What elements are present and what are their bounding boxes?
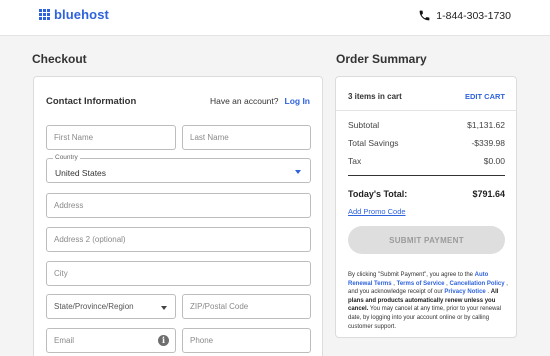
savings-row: Total Savings -$339.98 (348, 138, 505, 148)
savings-amount: -$339.98 (471, 138, 505, 148)
privacy-notice-link[interactable]: Privacy Notice (444, 289, 485, 295)
total-row: Today's Total: $791.64 (348, 189, 505, 199)
country-select[interactable]: Country United States (46, 154, 311, 183)
terms-text-1: By clicking "Submit Payment", you agree … (348, 272, 475, 278)
address-field[interactable]: Address (46, 193, 311, 218)
logo-text: bluehost (54, 7, 109, 22)
phone-number: 1-844-303-1730 (436, 9, 511, 22)
contact-information-card: Contact Information Have an account? Log … (33, 76, 323, 356)
country-value: United States (55, 168, 107, 178)
cancellation-policy-link[interactable]: Cancellation Policy (450, 281, 505, 287)
city-field[interactable]: City (46, 261, 311, 286)
email-field[interactable]: Email i (46, 328, 176, 353)
total-label: Today's Total: (348, 189, 408, 199)
checkout-title: Checkout (32, 52, 87, 66)
top-bar: bluehost 1-844-303-1730 (0, 0, 550, 36)
items-in-cart: 3 items in cart (348, 92, 402, 101)
phone-field[interactable]: Phone (182, 328, 311, 353)
last-name-field[interactable]: Last Name (182, 125, 311, 150)
account-prompt-text: Have an account? (209, 96, 279, 106)
first-name-field[interactable]: First Name (46, 125, 176, 150)
subtotal-label: Subtotal (348, 120, 380, 130)
chevron-down-icon (161, 306, 167, 310)
tax-amount: $0.00 (483, 156, 505, 166)
subtotal-amount: $1,131.62 (467, 120, 505, 130)
zip-field[interactable]: ZIP/Postal Code (182, 294, 311, 319)
login-link[interactable]: Log In (285, 96, 311, 106)
account-prompt: Have an account? Log In (210, 96, 310, 106)
country-label: Country (53, 154, 80, 161)
divider (336, 110, 517, 111)
terms-of-service-link[interactable]: Terms of Service (397, 281, 445, 287)
savings-label: Total Savings (348, 138, 399, 148)
order-summary-card: 3 items in cart EDIT CART Subtotal $1,13… (335, 76, 517, 338)
phone-contact[interactable]: 1-844-303-1730 (418, 9, 511, 22)
tax-label: Tax (348, 156, 362, 166)
terms-text: By clicking "Submit Payment", you agree … (348, 271, 508, 331)
email-placeholder: Email (54, 336, 75, 345)
address2-field[interactable]: Address 2 (optional) (46, 227, 311, 252)
contact-information-heading: Contact Information (46, 96, 137, 107)
bluehost-logo[interactable]: bluehost (39, 7, 109, 22)
total-divider (348, 175, 505, 176)
info-icon[interactable]: i (158, 335, 169, 346)
logo-grid-icon (39, 9, 50, 20)
submit-payment-button[interactable]: SUBMIT PAYMENT (348, 226, 505, 254)
chevron-down-icon (295, 170, 301, 174)
state-select[interactable]: State/Province/Region (46, 294, 176, 319)
state-select-label: State/Province/Region (54, 302, 134, 311)
terms-text-6: You may cancel at any time, prior to you… (348, 306, 502, 330)
order-summary-title: Order Summary (336, 52, 427, 66)
total-amount: $791.64 (472, 189, 505, 199)
tax-row: Tax $0.00 (348, 156, 505, 166)
add-promo-code-link[interactable]: Add Promo Code (348, 207, 406, 216)
edit-cart-link[interactable]: EDIT CART (465, 92, 505, 101)
cart-items-row: 3 items in cart EDIT CART (348, 92, 505, 101)
subtotal-row: Subtotal $1,131.62 (348, 120, 505, 130)
phone-icon (419, 10, 430, 21)
